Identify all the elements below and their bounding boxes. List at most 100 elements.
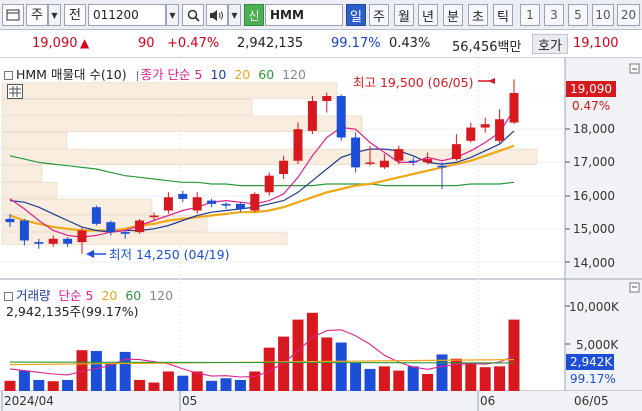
candle-up (163, 197, 173, 211)
volume-bar (134, 379, 146, 391)
volume-bar (306, 312, 318, 391)
volume-bar (162, 371, 174, 391)
candle-up (322, 96, 332, 101)
volume-bar (393, 370, 405, 391)
period-tab-minute[interactable]: 분 (443, 4, 463, 26)
interval-button-20[interactable]: 20 (617, 4, 640, 26)
volume-bar (90, 351, 102, 391)
period-tab-tick[interactable]: 틱 (493, 4, 513, 26)
volume-bar (450, 358, 462, 391)
previous-button[interactable]: 전 (64, 4, 86, 26)
candle-up (379, 160, 389, 168)
period-tab-week[interactable]: 주 (369, 4, 389, 26)
volume-bar (148, 382, 160, 391)
up-triangle-icon: ▲ (80, 36, 90, 50)
candle-down (408, 160, 418, 163)
ma120-legend: 120 (282, 67, 306, 82)
volume-profile-band (1, 132, 68, 149)
volume-bar (335, 342, 347, 391)
turnover-rate: 0.43% (389, 36, 431, 51)
stock-code-input[interactable]: 011200 (88, 4, 166, 26)
y-tick-18000: 18,000 (573, 122, 615, 136)
candle-down (235, 203, 245, 209)
chart-table-icon[interactable] (7, 84, 23, 99)
candle-down (351, 137, 361, 168)
volume-bar (105, 362, 117, 391)
candle-down (63, 238, 73, 244)
period-tab-year[interactable]: 년 (418, 4, 438, 26)
period-tab-month[interactable]: 월 (394, 4, 414, 26)
x-label-06-05: 06/05 (574, 394, 609, 408)
window-menu-icon[interactable] (2, 4, 24, 26)
candle-down (34, 242, 44, 244)
volume-profile-band (1, 182, 58, 199)
x-label-05: 05 (182, 394, 197, 408)
volume-bar (4, 380, 16, 391)
interval-button-3[interactable]: 3 (544, 4, 564, 26)
volume-bar (292, 319, 304, 391)
volume-bar (422, 374, 434, 391)
price-panel-title: HMM 매물대 수(10) (16, 67, 127, 82)
period-tab-second[interactable]: 초 (468, 4, 488, 26)
volume-bar (234, 379, 246, 391)
candle-down (19, 220, 29, 241)
ma20-legend: 20 (234, 67, 251, 82)
candle-up (466, 127, 476, 141)
market-dropdown-chevron-icon[interactable]: ▼ (48, 4, 61, 26)
volume-profile-band (1, 82, 338, 99)
volume-bar (479, 367, 491, 391)
current-price: 19,090 (32, 36, 78, 51)
new-listing-badge[interactable]: 신 (244, 4, 264, 26)
stock-chart[interactable]: 최고 19,500 (06/05) 최저 14,250 (04/19) 18,0… (0, 58, 642, 411)
ma10-legend: 10 (210, 67, 227, 82)
volume-bar (119, 351, 131, 391)
speaker-dropdown-chevron-icon[interactable]: ▼ (228, 4, 241, 26)
stock-name-field[interactable]: HMM (265, 4, 343, 26)
candle-up (135, 220, 145, 233)
market-selector[interactable]: 주 (26, 4, 48, 26)
quote-bar: 19,090 ▲ 90 +0.47% 2,942,135 99.17% 0.43… (0, 31, 642, 58)
stock-code-dropdown-chevron-icon[interactable]: ▼ (166, 4, 179, 26)
volume-bar (18, 370, 30, 391)
speaker-icon[interactable] (206, 4, 228, 26)
search-icon[interactable] (182, 4, 204, 26)
x-label-06: 06 (480, 394, 495, 408)
volume-ratio: 99.17% (331, 36, 381, 51)
price-change: 90 (138, 36, 155, 51)
low-annotation: 최저 14,250 (04/19) (109, 247, 229, 262)
price-change-percent: +0.47% (167, 36, 220, 51)
volume-bar (378, 366, 390, 391)
volume-bar (465, 363, 477, 391)
legend-box-icon (4, 71, 13, 80)
high-annotation: 최고 19,500 (06/05) (353, 75, 473, 90)
candle-up (365, 162, 375, 164)
candle-up (451, 144, 461, 160)
interval-button-1[interactable]: 1 (520, 4, 540, 26)
ma-legend-label: 종가 단순 (140, 67, 191, 82)
candle-down (178, 193, 188, 199)
chart-area[interactable]: 최고 19,500 (06/05) 최저 14,250 (04/19) 18,0… (0, 58, 642, 411)
interval-button-10[interactable]: 10 (592, 4, 614, 26)
x-label-2024-04: 2024/04 (4, 394, 54, 408)
volume-bar (364, 368, 376, 391)
volume-profile-band (1, 198, 153, 215)
candle-up (480, 124, 490, 128)
volume-bar (220, 378, 232, 391)
period-tab-day[interactable]: 일 (346, 4, 366, 26)
candle-up (509, 93, 519, 123)
candle-up (264, 175, 274, 193)
volume-profile-band (1, 165, 43, 182)
price-legend: HMM 매물대 수(10) 종가 단순 5 10 20 60 120 (4, 64, 306, 83)
hoga-price: 19,100 (573, 36, 619, 51)
volume-bar (494, 366, 506, 391)
candle-up (149, 215, 159, 218)
y-tick-15000: 15,000 (573, 222, 615, 236)
candle-up (48, 238, 58, 244)
volume-bar (33, 379, 45, 391)
volume-ratio-tag: 99.17% (570, 372, 616, 386)
candle-up (250, 193, 260, 211)
interval-button-5[interactable]: 5 (568, 4, 588, 26)
candle-down (336, 96, 346, 138)
toolbar: 주 ▼ 전 011200 ▼ ▼ 신 HMM 일 주 월 년 분 초 틱 1 3… (0, 0, 642, 30)
x-axis-strip (0, 391, 642, 411)
